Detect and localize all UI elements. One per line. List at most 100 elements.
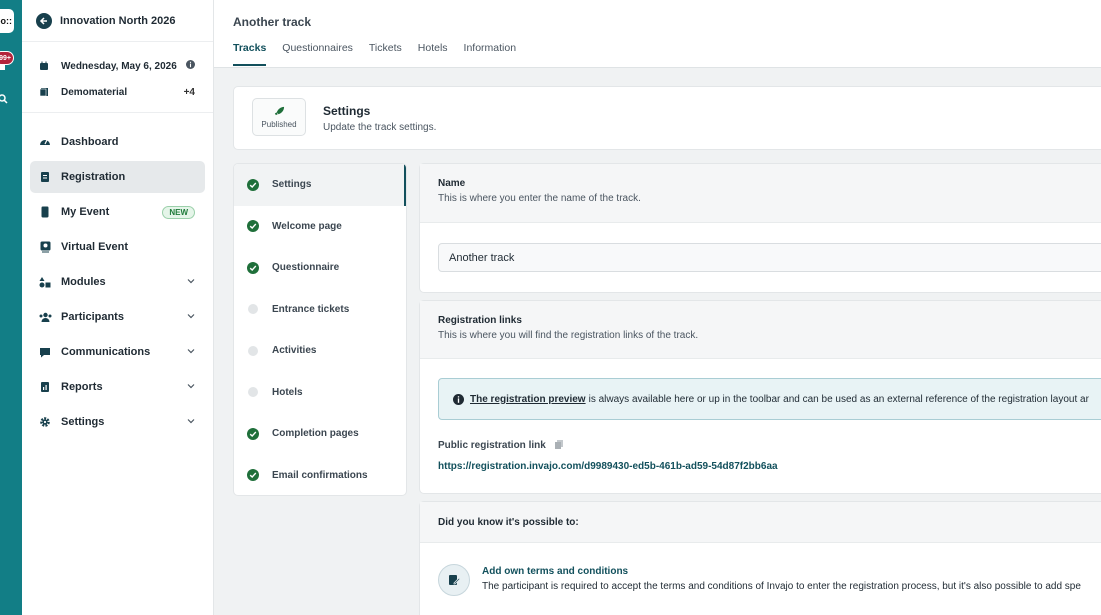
sidebar-item-label: Registration [61, 171, 126, 183]
users-icon [38, 312, 52, 322]
settings-title: Settings [323, 104, 371, 118]
step-label: Questionnaire [272, 262, 340, 274]
event-sidebar: Innovation North 2026 Wednesday, May 6, … [22, 0, 214, 615]
app-logo[interactable]: bo:: [0, 9, 14, 33]
sidebar-item-communications[interactable]: Communications [30, 336, 205, 368]
gear-icon [38, 416, 52, 428]
sidebar-item-label: Modules [61, 276, 106, 288]
pending-dot-icon [248, 387, 258, 398]
event-date-row: Wednesday, May 6, 2026 [22, 53, 213, 79]
tab-tracks[interactable]: Tracks [233, 42, 267, 66]
sidebar-item-settings[interactable]: Settings [30, 406, 205, 438]
name-section-subtitle: This is where you enter the name of the … [438, 193, 641, 204]
public-link-label: Public registration link [438, 439, 564, 452]
registration-preview-link[interactable]: The registration preview [470, 394, 586, 405]
event-title: Innovation North 2026 [60, 14, 176, 27]
back-arrow-icon[interactable] [36, 12, 52, 29]
step-questionnaire[interactable]: Questionnaire [234, 247, 406, 289]
check-icon [247, 261, 259, 274]
pending-dot-icon [248, 304, 258, 315]
links-section-title: Registration links [438, 315, 522, 326]
phone-icon [38, 206, 52, 218]
sidebar-item-label: Virtual Event [61, 241, 129, 253]
step-hotels[interactable]: Hotels [234, 372, 406, 414]
check-icon [247, 469, 259, 482]
sidebar-item-modules[interactable]: Modules [30, 266, 205, 298]
app-rail: bo:: 99+ [0, 0, 22, 615]
public-registration-url[interactable]: https://registration.invajo.com/d9989430… [438, 461, 778, 472]
document-icon [39, 87, 53, 97]
clipboard-icon [38, 171, 52, 183]
sidebar-nav: Dashboard Registration My Event NEW Virt… [22, 113, 213, 438]
event-material: Demomaterial [61, 86, 128, 98]
check-icon [247, 178, 259, 191]
sidebar-item-virtual-event[interactable]: Virtual Event [30, 231, 205, 263]
sidebar-item-label: My Event [61, 206, 110, 218]
tip-title-link[interactable]: Add own terms and conditions [482, 566, 1081, 577]
step-welcome-page[interactable]: Welcome page [234, 206, 406, 248]
sidebar-item-my-event[interactable]: My Event NEW [30, 196, 205, 228]
search-icon[interactable] [0, 94, 8, 104]
tips-panel: Did you know it's possible to: Add own t… [419, 501, 1101, 615]
track-tabs: Tracks Questionnaires Tickets Hotels Inf… [233, 42, 532, 66]
tab-information[interactable]: Information [464, 42, 517, 66]
copy-icon[interactable] [554, 439, 564, 452]
page-header: Another track Tracks Questionnaires Tick… [214, 0, 1101, 68]
chat-bubble-icon[interactable] [0, 63, 6, 73]
published-status-button[interactable]: Published [252, 98, 306, 136]
step-label: Email confirmations [272, 469, 368, 481]
step-completion-pages[interactable]: Completion pages [234, 413, 406, 455]
preview-info-text: is always available here or up in the to… [588, 393, 1089, 405]
public-link-label-text: Public registration link [438, 440, 546, 451]
settings-card: Published Settings Update the track sett… [233, 86, 1101, 150]
registration-links-panel: Registration links This is where you wil… [419, 300, 1101, 494]
published-status: Published [261, 119, 297, 129]
step-label: Entrance tickets [272, 303, 350, 315]
name-section-title: Name [438, 178, 466, 189]
pending-dot-icon [248, 345, 258, 356]
sidebar-item-dashboard[interactable]: Dashboard [30, 126, 205, 158]
check-icon [247, 220, 259, 233]
tab-hotels[interactable]: Hotels [418, 42, 448, 66]
info-icon[interactable] [186, 60, 195, 72]
sidebar-item-participants[interactable]: Participants [30, 301, 205, 333]
page-title: Another track [233, 15, 312, 29]
tab-tickets[interactable]: Tickets [369, 42, 402, 66]
step-activities[interactable]: Activities [234, 330, 406, 372]
event-material-row[interactable]: Demomaterial +4 [22, 79, 213, 105]
step-settings[interactable]: Settings [234, 164, 406, 206]
gauge-icon [38, 136, 52, 148]
step-label: Settings [272, 179, 312, 191]
name-panel: Name This is where you enter the name of… [419, 163, 1101, 293]
event-header: Innovation North 2026 [22, 0, 213, 42]
step-label: Hotels [272, 386, 303, 398]
step-label: Completion pages [272, 428, 359, 440]
report-icon [38, 381, 52, 393]
tab-questionnaires[interactable]: Questionnaires [282, 42, 353, 66]
tips-section-title: Did you know it's possible to: [438, 517, 579, 528]
tip-description: The participant is required to accept th… [482, 581, 1081, 592]
main-content: Another track Tracks Questionnaires Tick… [214, 0, 1101, 615]
track-steps: Settings Welcome page Questionnaire Entr… [233, 163, 407, 496]
sidebar-item-registration[interactable]: Registration [30, 161, 205, 193]
calendar-icon [39, 61, 53, 71]
chevron-down-icon [187, 276, 195, 288]
track-name-input[interactable] [438, 243, 1101, 272]
step-label: Activities [272, 345, 317, 357]
sidebar-item-label: Reports [61, 381, 103, 393]
chevron-down-icon [187, 346, 195, 358]
sidebar-item-label: Communications [61, 346, 151, 358]
tip-item: Add own terms and conditions The partici… [438, 564, 1081, 596]
step-label: Welcome page [272, 220, 342, 232]
links-section-subtitle: This is where you will find the registra… [438, 330, 699, 341]
sidebar-item-label: Participants [61, 311, 124, 323]
step-entrance-tickets[interactable]: Entrance tickets [234, 289, 406, 331]
message-icon [38, 347, 52, 358]
material-extra-count: +4 [183, 86, 195, 98]
new-badge: NEW [162, 205, 195, 219]
sidebar-item-label: Settings [61, 416, 105, 428]
sidebar-item-reports[interactable]: Reports [30, 371, 205, 403]
preview-info-box: The registration preview is always avail… [438, 378, 1101, 420]
chevron-down-icon [187, 311, 195, 323]
step-email-confirmations[interactable]: Email confirmations [234, 455, 406, 496]
